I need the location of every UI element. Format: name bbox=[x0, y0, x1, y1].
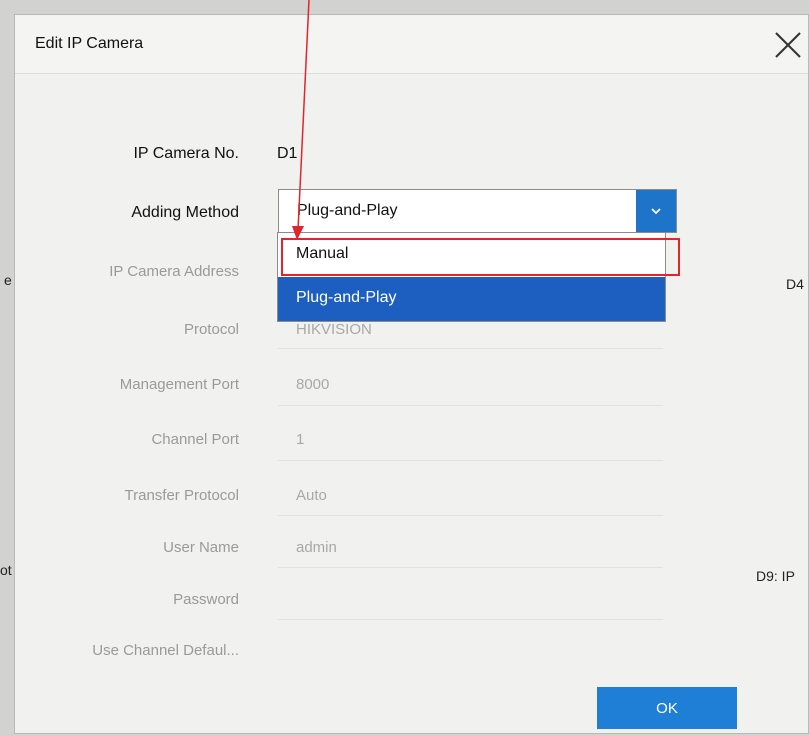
background-text: D9: IP bbox=[756, 568, 795, 584]
annotation-arrow bbox=[292, 0, 310, 240]
background-text: D4 bbox=[786, 276, 804, 292]
